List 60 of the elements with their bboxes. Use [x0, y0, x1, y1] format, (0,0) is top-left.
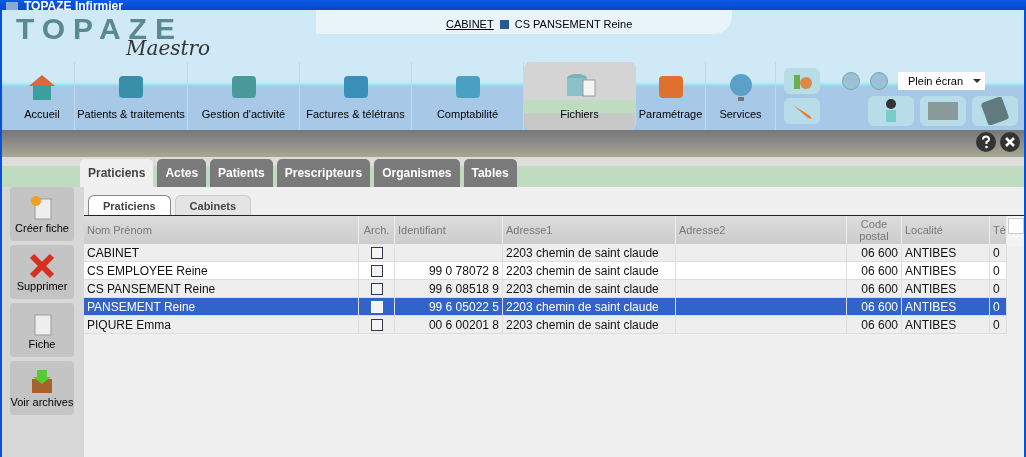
current-user: CS PANSEMENT Reine — [514, 18, 633, 30]
table-cell: 2203 chemin de saint claude — [503, 244, 676, 261]
square-icon — [499, 19, 509, 29]
table-row[interactable]: CS EMPLOYEE Reine 99 0 78072 8 2203 chemin de saint claude 06 600 ANTIBES 0 — [84, 262, 1007, 280]
table-cell: 0 — [990, 262, 1007, 279]
table-cell: 00 6 00201 8 — [395, 316, 503, 333]
table-cell: ANTIBES — [902, 280, 990, 297]
sidebar-button[interactable]: Supprimer — [10, 245, 74, 299]
table-cell: 99 6 08518 9 — [395, 280, 503, 297]
scrollbar[interactable] — [1007, 216, 1024, 246]
tab[interactable]: Prescripteurs — [276, 159, 371, 187]
table-cell: ANTIBES — [902, 316, 990, 333]
sidebar-button[interactable]: Créer fiche — [10, 187, 74, 241]
checkbox[interactable] — [370, 282, 383, 295]
cabinet-link[interactable]: CABINET — [446, 18, 494, 30]
tab[interactable]: Praticiens — [80, 159, 154, 187]
view-mode-dropdown[interactable]: Plein écran — [898, 72, 986, 90]
table-cell: 2203 chemin de saint claude — [503, 316, 676, 333]
table-cell: 99 6 05022 5 — [395, 298, 503, 315]
table-cell: 06 600 — [847, 316, 902, 333]
table-cell: CABINET — [84, 244, 359, 261]
help-icon[interactable] — [976, 132, 996, 152]
table-cell: 2203 chemin de saint claude — [503, 298, 676, 315]
table-cell: ANTIBES — [902, 262, 990, 279]
table-cell: CS PANSEMENT Reine — [84, 280, 359, 297]
delete-icon — [27, 252, 57, 279]
checkbox[interactable] — [370, 246, 383, 259]
table-cell: PIQURE Emma — [84, 316, 359, 333]
nav-button[interactable]: Fichiers — [524, 62, 636, 130]
table-row[interactable]: CABINET 2203 chemin de saint claude 06 600 ANTIBES 0 — [84, 244, 1007, 262]
table-cell: ANTIBES — [902, 244, 990, 261]
table-cell: PANSEMENT Reine — [84, 298, 359, 315]
tab[interactable]: Patients — [210, 159, 273, 187]
table-cell: 06 600 — [847, 280, 902, 297]
table-row[interactable]: PIQURE Emma 00 6 00201 8 2203 chemin de saint claude 06 600 ANTIBES 0 — [84, 316, 1007, 334]
subtab[interactable]: Cabinets — [174, 195, 252, 215]
table-cell: 0 — [990, 298, 1007, 315]
table-cell: 06 600 — [847, 262, 902, 279]
sidebar-button[interactable]: Fiche — [10, 303, 74, 357]
table-cell: 06 600 — [847, 244, 902, 261]
subtab[interactable]: Praticiens — [88, 195, 171, 215]
tab[interactable]: Actes — [157, 159, 207, 187]
table-cell: ANTIBES — [902, 298, 990, 315]
tab[interactable]: Tables — [463, 159, 517, 187]
table-cell: 2203 chemin de saint claude — [503, 280, 676, 297]
checkbox[interactable] — [370, 318, 383, 331]
close-icon[interactable] — [1000, 132, 1020, 152]
tab[interactable]: Organismes — [374, 159, 460, 187]
app-icon — [6, 2, 18, 10]
table-cell: 99 0 78072 8 — [395, 262, 503, 279]
window-title: TOPAZE Infirmier — [24, 2, 123, 10]
table-row[interactable]: CS PANSEMENT Reine 99 6 08518 9 2203 chemin de saint claude 06 600 ANTIBES 0 — [84, 280, 1007, 298]
checkbox[interactable] — [370, 264, 383, 277]
table-cell: 2203 chemin de saint claude — [503, 262, 676, 279]
table-cell: 06 600 — [847, 298, 902, 315]
table-cell: CS EMPLOYEE Reine — [84, 262, 359, 279]
table-cell: 0 — [990, 280, 1007, 297]
table-cell: 0 — [990, 316, 1007, 333]
sidebar-button[interactable]: Voir archives — [10, 361, 74, 415]
table-row[interactable]: PANSEMENT Reine 99 6 05022 5 2203 chemin de saint claude 06 600 ANTIBES 0 — [84, 298, 1007, 316]
